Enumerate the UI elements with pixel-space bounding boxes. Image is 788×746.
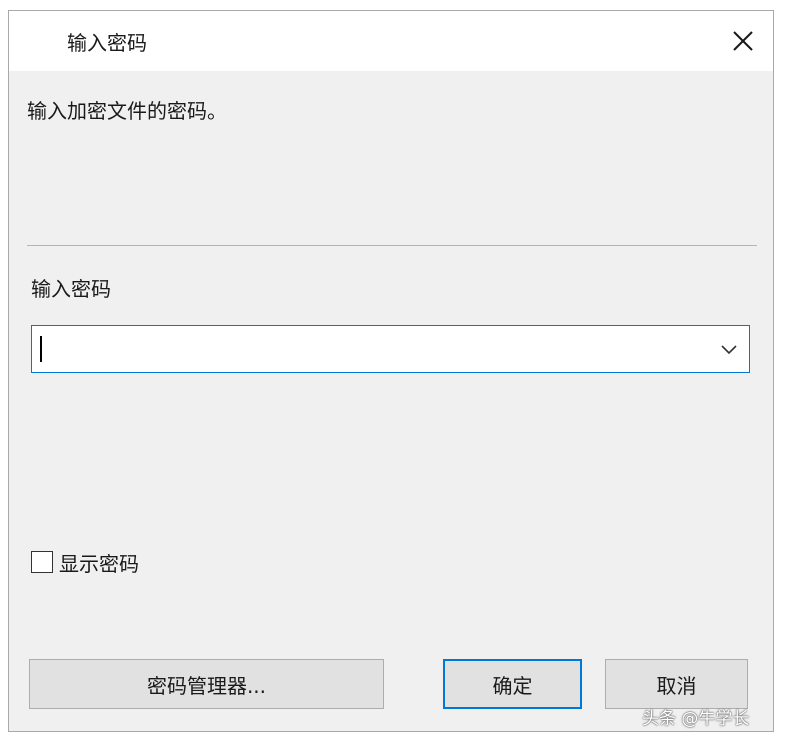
checkbox-box[interactable] [31, 551, 53, 573]
close-button[interactable] [723, 21, 763, 61]
chevron-down-icon [721, 345, 737, 355]
text-caret [40, 336, 42, 362]
divider [27, 245, 757, 246]
title-bar: 输入密码 [9, 11, 773, 71]
dialog-title: 输入密码 [67, 31, 147, 55]
close-icon [733, 31, 753, 51]
show-password-checkbox[interactable]: 显示密码 [31, 547, 139, 577]
show-password-label: 显示密码 [59, 551, 139, 576]
cancel-button[interactable]: 取消 [605, 659, 748, 709]
password-label: 输入密码 [31, 277, 111, 301]
password-combobox[interactable] [31, 325, 750, 373]
password-dialog: 输入密码 输入加密文件的密码。 输入密码 显示密码 密码管理器... 确定 取消 [8, 10, 774, 732]
ok-button[interactable]: 确定 [443, 659, 582, 709]
password-input[interactable] [32, 326, 702, 372]
watermark: 头条 @牛学长 [642, 709, 750, 729]
password-manager-button[interactable]: 密码管理器... [29, 659, 384, 709]
dropdown-button[interactable] [715, 336, 743, 362]
instruction-text: 输入加密文件的密码。 [27, 99, 227, 123]
